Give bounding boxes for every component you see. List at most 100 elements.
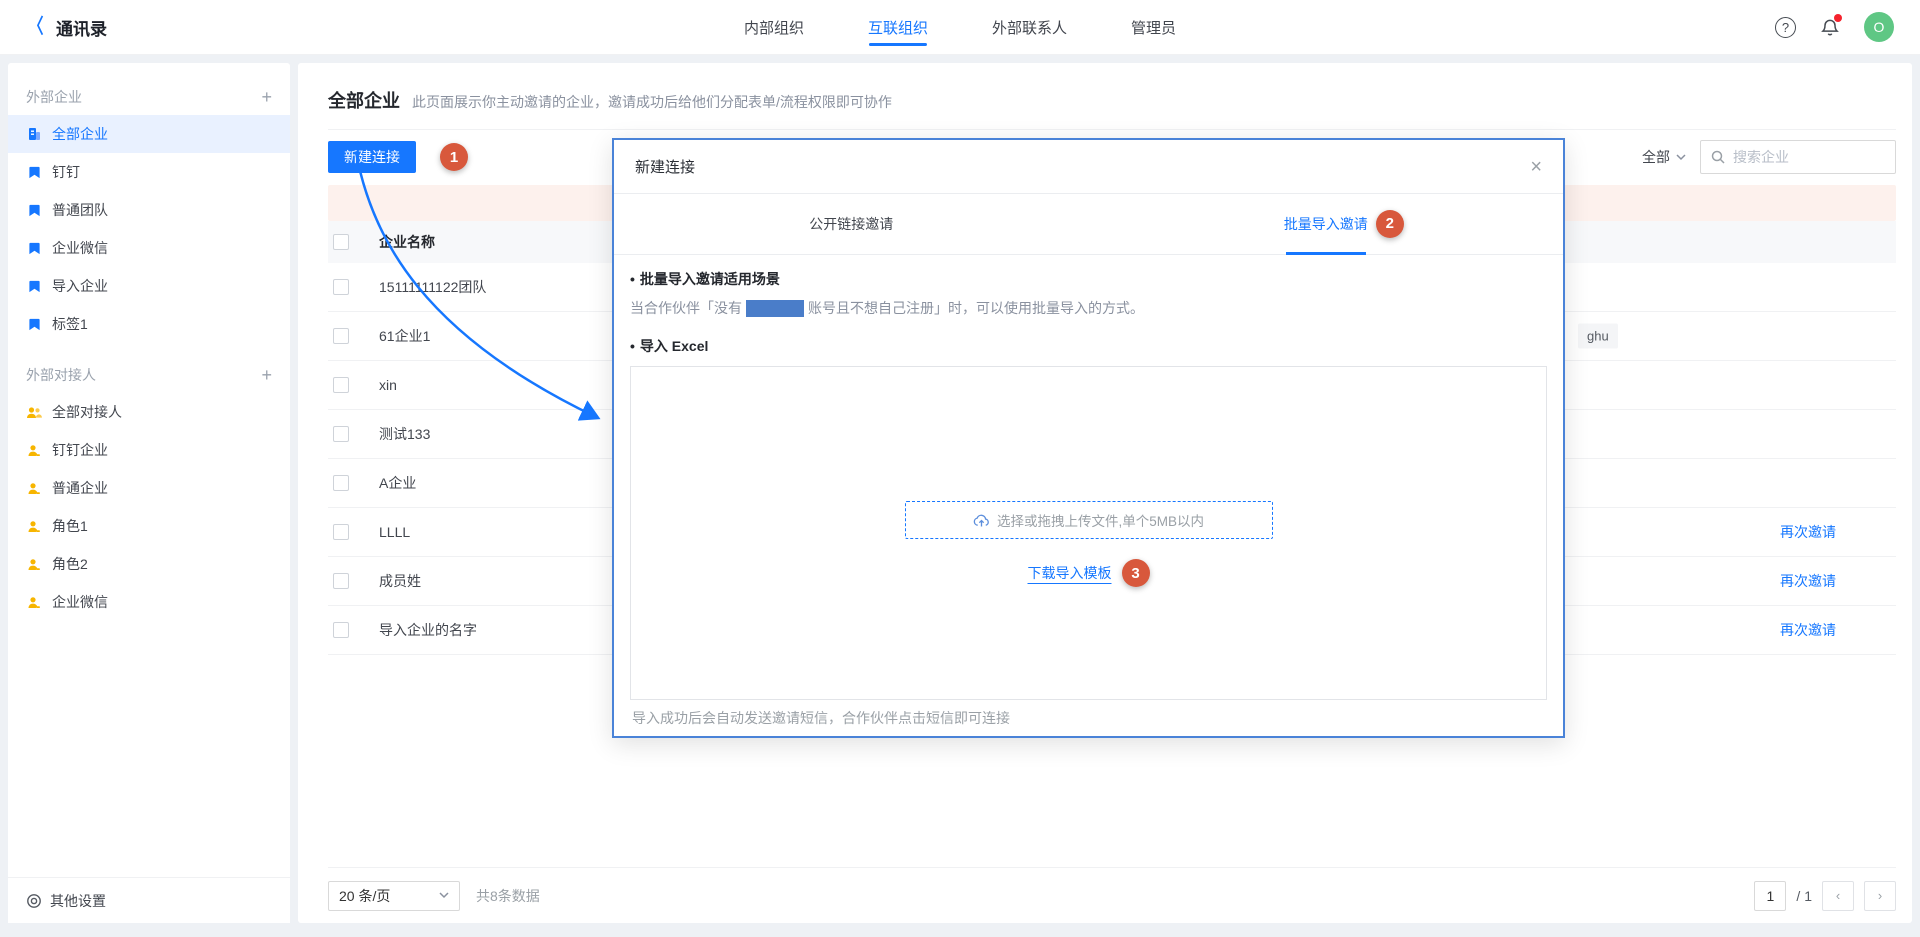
- filter-label: 全部: [1642, 147, 1670, 167]
- add-company-button[interactable]: +: [261, 88, 272, 106]
- modal-title: 新建连接: [635, 156, 695, 177]
- bookmark-icon: [26, 280, 42, 293]
- modal-footer-note: 导入成功后会自动发送邀请短信，合作伙伴点击短信即可连接: [632, 708, 1010, 728]
- settings-icon: [26, 893, 42, 909]
- sidebar-item-label: 标签1: [52, 314, 88, 334]
- bullet-dot: •: [630, 338, 635, 354]
- tab-admin[interactable]: 管理员: [1131, 0, 1176, 55]
- bookmark-icon: [26, 204, 42, 217]
- sidebar-item-wecom-liaison[interactable]: 企业微信: [8, 583, 290, 621]
- file-dropzone[interactable]: 选择或拖拽上传文件,单个5MB以内: [905, 501, 1273, 539]
- sidebar-item-role1[interactable]: 角色1: [8, 507, 290, 545]
- person-icon: [26, 482, 42, 495]
- sidebar-item-imported-companies[interactable]: 导入企业: [8, 267, 290, 305]
- next-page-button[interactable]: ›: [1864, 881, 1896, 911]
- sidebar-group-external-liaisons: 外部对接人 +: [8, 343, 290, 393]
- other-settings-label: 其他设置: [50, 891, 106, 911]
- scene-section-title: • 批量导入邀请适用场景: [630, 269, 1547, 289]
- sidebar-item-label: 企业微信: [52, 238, 108, 258]
- close-icon[interactable]: ×: [1530, 157, 1542, 177]
- prev-page-button[interactable]: ‹: [1822, 881, 1854, 911]
- step-badge-2: 2: [1376, 210, 1404, 238]
- group-title: 外部对接人: [26, 365, 96, 385]
- notification-bell-icon[interactable]: [1820, 17, 1840, 37]
- row-checkbox[interactable]: [333, 622, 349, 638]
- sidebar-item-label: 全部对接人: [52, 402, 122, 422]
- total-count: 共8条数据: [476, 886, 540, 906]
- row-checkbox[interactable]: [333, 573, 349, 589]
- sidebar: 外部企业 + 全部企业 钉钉 普通团队 企业微信 导入企业 标签1: [8, 63, 290, 923]
- search-icon: [1711, 150, 1725, 164]
- company-name: 成员姓: [379, 571, 421, 591]
- company-tag: ghu: [1578, 324, 1618, 349]
- person-icon: [26, 596, 42, 609]
- sidebar-item-label: 普通企业: [52, 478, 108, 498]
- sidebar-item-all-liaisons[interactable]: 全部对接人: [8, 393, 290, 431]
- person-icon: [26, 444, 42, 457]
- row-checkbox[interactable]: [333, 524, 349, 540]
- row-checkbox[interactable]: [333, 279, 349, 295]
- download-template-link[interactable]: 下载导入模板: [1028, 563, 1112, 583]
- scene-title-text: 批量导入邀请适用场景: [640, 269, 780, 289]
- search-input[interactable]: [1733, 149, 1885, 165]
- help-icon[interactable]: ?: [1775, 17, 1796, 38]
- app-title: 通讯录: [56, 15, 107, 40]
- chevron-down-icon: [439, 892, 449, 899]
- page-total: / 1: [1796, 888, 1812, 904]
- new-connection-button[interactable]: 新建连接: [328, 141, 416, 173]
- sidebar-item-dingtalk-company[interactable]: 钉钉企业: [8, 431, 290, 469]
- person-icon: [26, 558, 42, 571]
- company-name: 61企业1: [379, 326, 430, 346]
- import-section-title: • 导入 Excel: [630, 336, 1547, 356]
- reinvite-link[interactable]: 再次邀请: [1780, 571, 1836, 591]
- scene-desc-before: 当合作伙伴「没有: [630, 298, 742, 318]
- row-checkbox[interactable]: [333, 377, 349, 393]
- page-size-select[interactable]: 20 条/页: [328, 881, 460, 911]
- sidebar-item-tag1[interactable]: 标签1: [8, 305, 290, 343]
- row-checkbox[interactable]: [333, 426, 349, 442]
- search-box: [1700, 140, 1896, 174]
- top-nav-tabs: 内部组织 互联组织 外部联系人 管理员: [744, 0, 1176, 55]
- company-name: xin: [379, 377, 397, 393]
- filter-dropdown[interactable]: 全部: [1642, 147, 1686, 167]
- bullet-dot: •: [630, 271, 635, 287]
- reinvite-link[interactable]: 再次邀请: [1780, 620, 1836, 640]
- bookmark-icon: [26, 166, 42, 179]
- reinvite-link[interactable]: 再次邀请: [1780, 522, 1836, 542]
- row-checkbox[interactable]: [333, 475, 349, 491]
- sidebar-item-normal-company[interactable]: 普通企业: [8, 469, 290, 507]
- sidebar-item-normal-team[interactable]: 普通团队: [8, 191, 290, 229]
- sidebar-item-all-companies[interactable]: 全部企业: [8, 115, 290, 153]
- page-subtitle: 此页面展示你主动邀请的企业，邀请成功后给他们分配表单/流程权限即可协作: [412, 92, 892, 112]
- tab-public-link-invite[interactable]: 公开链接邀请: [614, 194, 1089, 254]
- sidebar-item-label: 普通团队: [52, 200, 108, 220]
- page-number-input[interactable]: [1754, 881, 1786, 911]
- avatar[interactable]: O: [1864, 12, 1894, 42]
- company-name: LLLL: [379, 524, 410, 540]
- building-icon: [26, 127, 42, 141]
- row-checkbox[interactable]: [333, 328, 349, 344]
- add-liaison-button[interactable]: +: [261, 366, 272, 384]
- sidebar-item-role2[interactable]: 角色2: [8, 545, 290, 583]
- sidebar-item-wecom[interactable]: 企业微信: [8, 229, 290, 267]
- import-title-text: 导入 Excel: [640, 336, 708, 356]
- person-icon: [26, 520, 42, 533]
- pagination-bar: 20 条/页 共8条数据 / 1 ‹ ›: [328, 867, 1896, 923]
- page-size-value: 20 条/页: [339, 886, 390, 906]
- tab-batch-import-invite[interactable]: 批量导入邀请 2: [1089, 194, 1564, 254]
- tab-external-contacts[interactable]: 外部联系人: [992, 0, 1067, 55]
- sidebar-group-external-companies: 外部企业 +: [8, 73, 290, 115]
- tab-internal-org[interactable]: 内部组织: [744, 0, 804, 55]
- select-all-checkbox[interactable]: [333, 234, 349, 250]
- company-name: A企业: [379, 473, 416, 493]
- scene-description: 当合作伙伴「没有 账号且不想自己注册」时，可以使用批量导入的方式。: [630, 298, 1547, 318]
- tab-label: 公开链接邀请: [809, 214, 893, 234]
- other-settings[interactable]: 其他设置: [8, 877, 290, 923]
- sidebar-item-dingtalk[interactable]: 钉钉: [8, 153, 290, 191]
- sidebar-item-label: 企业微信: [52, 592, 108, 612]
- column-header-company-name: 企业名称: [379, 232, 435, 252]
- chevron-down-icon: [1676, 154, 1686, 161]
- tab-connected-org[interactable]: 互联组织: [868, 0, 928, 55]
- back-icon[interactable]: 〈: [29, 17, 44, 37]
- scene-desc-after: 账号且不想自己注册」时，可以使用批量导入的方式。: [808, 298, 1144, 318]
